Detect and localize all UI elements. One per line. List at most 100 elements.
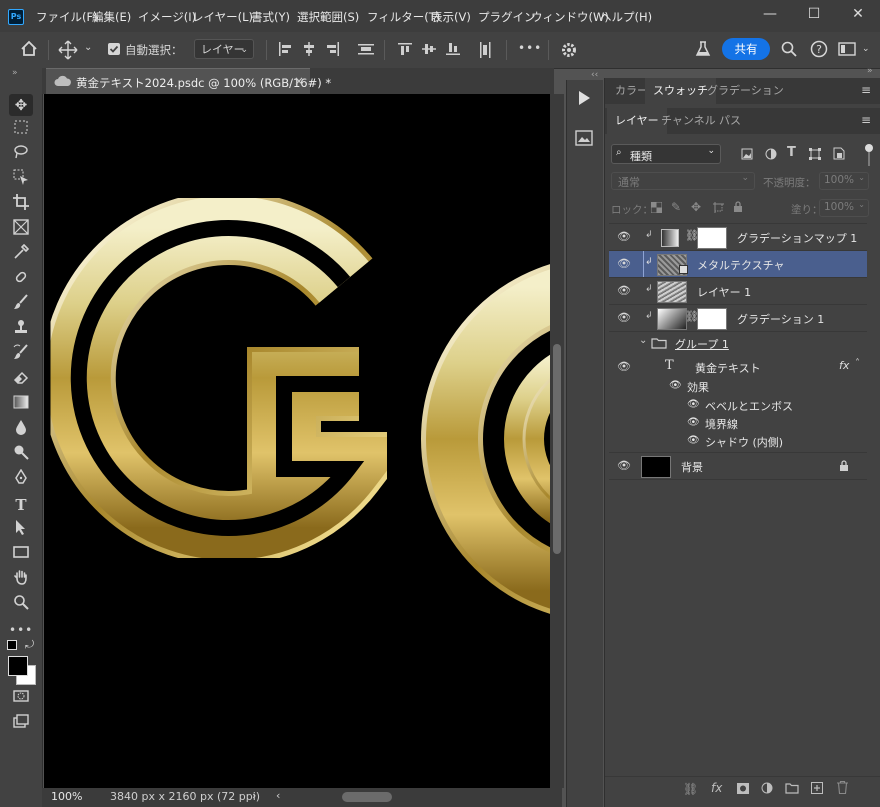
layer-mask-thumbnail[interactable] (697, 308, 727, 330)
lock-position-icon[interactable]: ✥ (691, 200, 701, 214)
eye-icon[interactable]: 👁 (617, 231, 631, 243)
delete-layer-icon[interactable] (837, 780, 848, 797)
add-mask-icon[interactable] (737, 783, 749, 797)
object-select-tool-icon[interactable] (9, 169, 33, 191)
gradient-tool-icon[interactable] (9, 394, 33, 416)
layer-row[interactable]: 👁 ↲ レイヤー 1 (609, 278, 867, 304)
menu-type[interactable]: 書式(Y) (251, 9, 290, 25)
filter-smart-object-icon[interactable] (833, 147, 845, 163)
marquee-tool-icon[interactable] (9, 119, 33, 141)
eye-icon[interactable]: 👁 (617, 312, 631, 324)
layer-row[interactable]: 👁 ↲ ⛓ グラデーション 1 (609, 305, 867, 331)
move-tool-icon[interactable] (58, 40, 78, 63)
workspace-icon[interactable] (838, 41, 856, 60)
layer-row[interactable]: 👁 ↲ ⛓ グラデーションマップ 1 (609, 224, 867, 250)
scroll-thumb[interactable] (553, 344, 561, 554)
frame-tool-icon[interactable] (9, 219, 33, 241)
default-colors-icon[interactable] (7, 640, 17, 650)
layer-thumbnail[interactable] (641, 456, 671, 478)
document-canvas[interactable] (44, 94, 550, 788)
effect-row[interactable]: 👁 境界線 (609, 414, 867, 432)
document-tab[interactable]: 黄金テキスト2024.psdc @ 100% (RGB/16#) * × (46, 68, 331, 95)
align-vertical-center-icon[interactable] (422, 42, 436, 59)
distribute-icon[interactable] (358, 42, 374, 59)
share-button[interactable]: 共有 (722, 38, 770, 60)
menu-plugins[interactable]: プラグイン (478, 9, 536, 25)
maximize-button[interactable]: ☐ (796, 4, 832, 24)
align-top-icon[interactable] (398, 42, 412, 59)
healing-brush-tool-icon[interactable] (9, 269, 33, 291)
eye-icon[interactable]: 👁 (617, 285, 631, 297)
lock-all-icon[interactable] (733, 201, 743, 216)
eye-icon[interactable]: 👁 (669, 380, 682, 391)
fill-field[interactable]: 100% ⌄ (819, 199, 869, 217)
eyedropper-tool-icon[interactable] (9, 243, 33, 266)
chevron-down-icon[interactable]: ⌄ (84, 42, 92, 53)
filter-adjustment-icon[interactable] (765, 148, 777, 163)
align-left-icon[interactable] (278, 42, 292, 59)
flask-icon[interactable] (694, 40, 712, 61)
quick-mask-icon[interactable] (9, 688, 33, 710)
menu-layer[interactable]: レイヤー(L) (192, 9, 253, 25)
close-tab-button[interactable]: × (294, 74, 304, 88)
filter-pixel-icon[interactable] (741, 148, 753, 163)
expand-icon[interactable]: ‹‹ (591, 70, 598, 80)
eye-icon[interactable]: 👁 (617, 460, 631, 472)
eye-icon[interactable]: 👁 (617, 361, 631, 373)
rectangle-tool-icon[interactable] (9, 544, 33, 566)
layer-row-selected[interactable]: 👁 ↲ メタルテクスチャ (609, 251, 867, 277)
fx-badge[interactable]: fx (839, 359, 849, 372)
properties-panel-icon[interactable] (575, 130, 593, 149)
home-icon[interactable] (20, 40, 38, 61)
menu-edit[interactable]: 編集(E) (92, 9, 131, 25)
tab-paths[interactable]: パス (711, 108, 749, 134)
lock-transparent-icon[interactable] (650, 201, 663, 216)
hand-tool-icon[interactable] (9, 569, 33, 591)
clone-stamp-tool-icon[interactable] (9, 319, 33, 341)
chevron-down-icon[interactable]: ⌄ (639, 335, 647, 346)
history-brush-tool-icon[interactable] (9, 344, 33, 366)
horizontal-scroll-thumb[interactable] (342, 792, 392, 802)
distribute-vertical-icon[interactable] (478, 42, 492, 61)
menu-file[interactable]: ファイル(F) (36, 9, 98, 25)
status-menu-arrow[interactable]: › (252, 789, 256, 802)
align-right-icon[interactable] (326, 42, 340, 59)
swap-colors-icon[interactable]: ⤾ (25, 638, 34, 652)
lasso-tool-icon[interactable] (9, 144, 33, 166)
align-horizontal-center-icon[interactable] (302, 42, 316, 59)
layer-filter-dropdown[interactable]: ⌕ 種類 ⌄ (611, 144, 721, 164)
zoom-level[interactable]: 100% (51, 790, 82, 803)
new-adjustment-icon[interactable] (761, 782, 773, 797)
crop-tool-icon[interactable] (9, 194, 33, 216)
align-bottom-icon[interactable] (446, 42, 460, 59)
layer-group-row[interactable]: ⌄ グループ 1 (609, 332, 867, 354)
opacity-field[interactable]: 100% ⌄ (819, 172, 869, 190)
eye-icon[interactable]: 👁 (687, 435, 700, 446)
lock-artboard-icon[interactable] (713, 202, 724, 216)
layer-mask-thumbnail[interactable] (697, 227, 727, 249)
eraser-tool-icon[interactable] (9, 369, 33, 391)
chevron-down-icon[interactable]: ⌄ (862, 44, 870, 54)
menu-filter[interactable]: フィルター(T) (367, 9, 440, 25)
tab-gradients[interactable]: グラデーション (699, 78, 792, 104)
effect-row[interactable]: 👁 ベベルとエンボス (609, 396, 867, 414)
blend-mode-dropdown[interactable]: 通常 ⌄ (611, 172, 755, 190)
screen-mode-icon[interactable] (9, 713, 33, 735)
blur-tool-icon[interactable] (9, 419, 33, 441)
lock-image-brush-icon[interactable]: ✎ (671, 200, 681, 214)
type-tool-icon[interactable]: T (9, 494, 33, 516)
effect-row[interactable]: 👁 シャドウ (内側) (609, 432, 867, 450)
layer-thumbnail[interactable] (657, 281, 687, 303)
filter-shape-icon[interactable] (809, 148, 821, 163)
new-group-icon[interactable] (785, 783, 799, 797)
menu-image[interactable]: イメージ(I) (138, 9, 196, 25)
actions-play-icon[interactable] (577, 90, 591, 109)
link-layers-icon[interactable]: ⛓ (683, 782, 698, 796)
effects-row[interactable]: 👁 効果 (609, 376, 867, 396)
filter-toggle[interactable] (865, 144, 873, 152)
path-selection-tool-icon[interactable] (9, 519, 33, 541)
brush-tool-icon[interactable] (9, 294, 33, 316)
minimize-button[interactable]: — (752, 4, 788, 24)
foreground-color-swatch[interactable] (8, 656, 28, 676)
more-options-button[interactable]: ••• (518, 41, 542, 55)
